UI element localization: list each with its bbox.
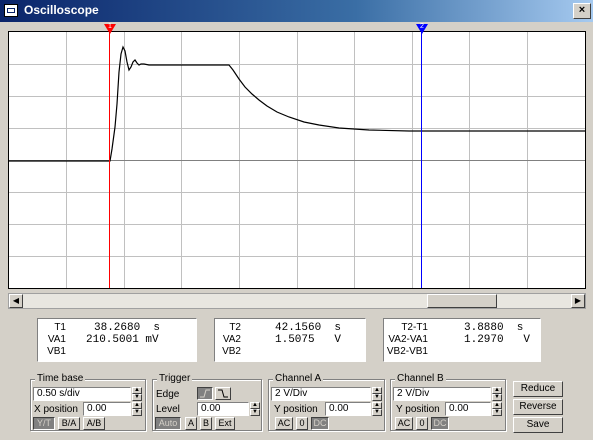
value-va1: 210.5001 mV <box>86 334 159 346</box>
reduce-button[interactable]: Reduce <box>513 381 563 397</box>
value-t2-t1: 3.8880 s <box>464 322 524 334</box>
trigger-ext-button[interactable]: Ext <box>215 417 235 430</box>
channel-b-ypos-label: Y position <box>396 404 440 415</box>
label-vb1: VB1 <box>47 346 66 357</box>
scope-screen[interactable]: 1 2 <box>8 23 586 289</box>
label-t2-t1: T2-T1 <box>401 322 428 333</box>
channel-a-ypos-field[interactable]: 0.00 <box>325 402 371 416</box>
value-va2: 1.5075 V <box>275 334 342 346</box>
close-button[interactable]: × <box>573 3 591 19</box>
title-bar: Oscilloscope × <box>0 0 593 22</box>
timebase-title: Time base <box>35 373 86 384</box>
cursor-t1-handle[interactable]: 1 <box>104 23 116 36</box>
channel-a-dc-button[interactable]: DC <box>311 417 329 430</box>
channel-b-title: Channel B <box>395 373 446 384</box>
channel-a-scale-field[interactable]: 2 V/Div <box>271 387 371 401</box>
window-title: Oscilloscope <box>24 3 99 17</box>
edge-label: Edge <box>156 389 180 400</box>
scroll-left-button[interactable]: ◀ <box>9 294 23 308</box>
value-t2: 42.1560 s <box>275 322 342 334</box>
channel-b-zero-button[interactable]: 0 <box>416 417 428 430</box>
scroll-thumb[interactable] <box>427 294 497 308</box>
channel-b-ypos-spinner[interactable]: ▲ ▼ <box>492 402 502 416</box>
channel-a-ypos-spinner[interactable]: ▲ ▼ <box>372 402 382 416</box>
ab-button[interactable]: A/B <box>83 417 105 430</box>
channel-a-ac-button[interactable]: AC <box>275 417 293 430</box>
level-field[interactable]: 0.00 <box>197 402 249 416</box>
falling-edge-button[interactable] <box>215 387 231 400</box>
scroll-right-button[interactable]: ▶ <box>571 294 585 308</box>
trigger-auto-button[interactable]: Auto <box>155 417 181 430</box>
channel-b-ypos-field[interactable]: 0.00 <box>445 402 491 416</box>
level-spinner[interactable]: ▲ ▼ <box>250 402 260 416</box>
yt-button[interactable]: Y/T <box>33 417 55 430</box>
falling-edge-icon <box>218 389 228 398</box>
channel-a-group: Channel A 2 V/Div ▲ ▼ Y position 0.00 ▲ ▼ … <box>268 373 385 431</box>
trigger-title: Trigger <box>157 373 193 384</box>
label-t1: T1 <box>54 322 66 333</box>
value-va2-va1: 1.2970 V <box>464 334 531 346</box>
channel-b-scale-spinner[interactable]: ▲ ▼ <box>492 387 502 401</box>
readout-t1: T1 VA1 VB1 38.2680 s 210.5001 mV <box>37 318 197 362</box>
level-label: Level <box>156 404 180 415</box>
xpos-label: X position <box>34 404 78 415</box>
readout-t2: T2 VA2 VB2 42.1560 s 1.5075 V <box>214 318 366 362</box>
save-button[interactable]: Save <box>513 417 563 433</box>
trigger-b-button[interactable]: B <box>200 417 212 430</box>
channel-a-zero-button[interactable]: 0 <box>296 417 308 430</box>
channel-a-title: Channel A <box>273 373 324 384</box>
label-t2: T2 <box>229 322 241 333</box>
label-vb2-vb1: VB2-VB1 <box>386 346 428 357</box>
trigger-a-button[interactable]: A <box>185 417 197 430</box>
label-va2-va1: VA2-VA1 <box>388 334 428 345</box>
label-vb2: VB2 <box>222 346 241 357</box>
cursor-t2-handle[interactable]: 2 <box>416 23 428 36</box>
trigger-group: Trigger Edge Level 0.00 ▲ ▼ Auto A B Ext <box>152 373 262 431</box>
channel-a-ypos-label: Y position <box>274 404 318 415</box>
value-t1: 38.2680 s <box>94 322 161 334</box>
channel-b-scale-field[interactable]: 2 V/Div <box>393 387 491 401</box>
rising-edge-icon <box>200 389 210 398</box>
channel-a-scale-spinner[interactable]: ▲ ▼ <box>372 387 382 401</box>
label-va2: VA2 <box>222 334 241 345</box>
label-va1: VA1 <box>47 334 66 345</box>
channel-b-group: Channel B 2 V/Div ▲ ▼ Y position 0.00 ▲ ▼ … <box>390 373 506 431</box>
reverse-button[interactable]: Reverse <box>513 399 563 415</box>
rising-edge-button[interactable] <box>197 387 213 400</box>
timebase-group: Time base 0.50 s/div ▲ ▼ X position 0.00 … <box>30 373 146 431</box>
timebase-scale-spinner[interactable]: ▲ ▼ <box>132 387 142 401</box>
timebase-scale-field[interactable]: 0.50 s/div <box>33 387 131 401</box>
readout-diff: T2-T1 VA2-VA1 VB2-VB1 3.8880 s 1.2970 V <box>383 318 541 362</box>
channel-b-ac-button[interactable]: AC <box>395 417 413 430</box>
oscilloscope-icon <box>4 4 18 17</box>
channel-b-dc-button[interactable]: DC <box>431 417 449 430</box>
ba-button[interactable]: B/A <box>58 417 80 430</box>
xpos-field[interactable]: 0.00 <box>83 402 131 416</box>
xpos-spinner[interactable]: ▲ ▼ <box>132 402 142 416</box>
time-scrollbar[interactable]: ◀ ▶ <box>8 293 586 309</box>
